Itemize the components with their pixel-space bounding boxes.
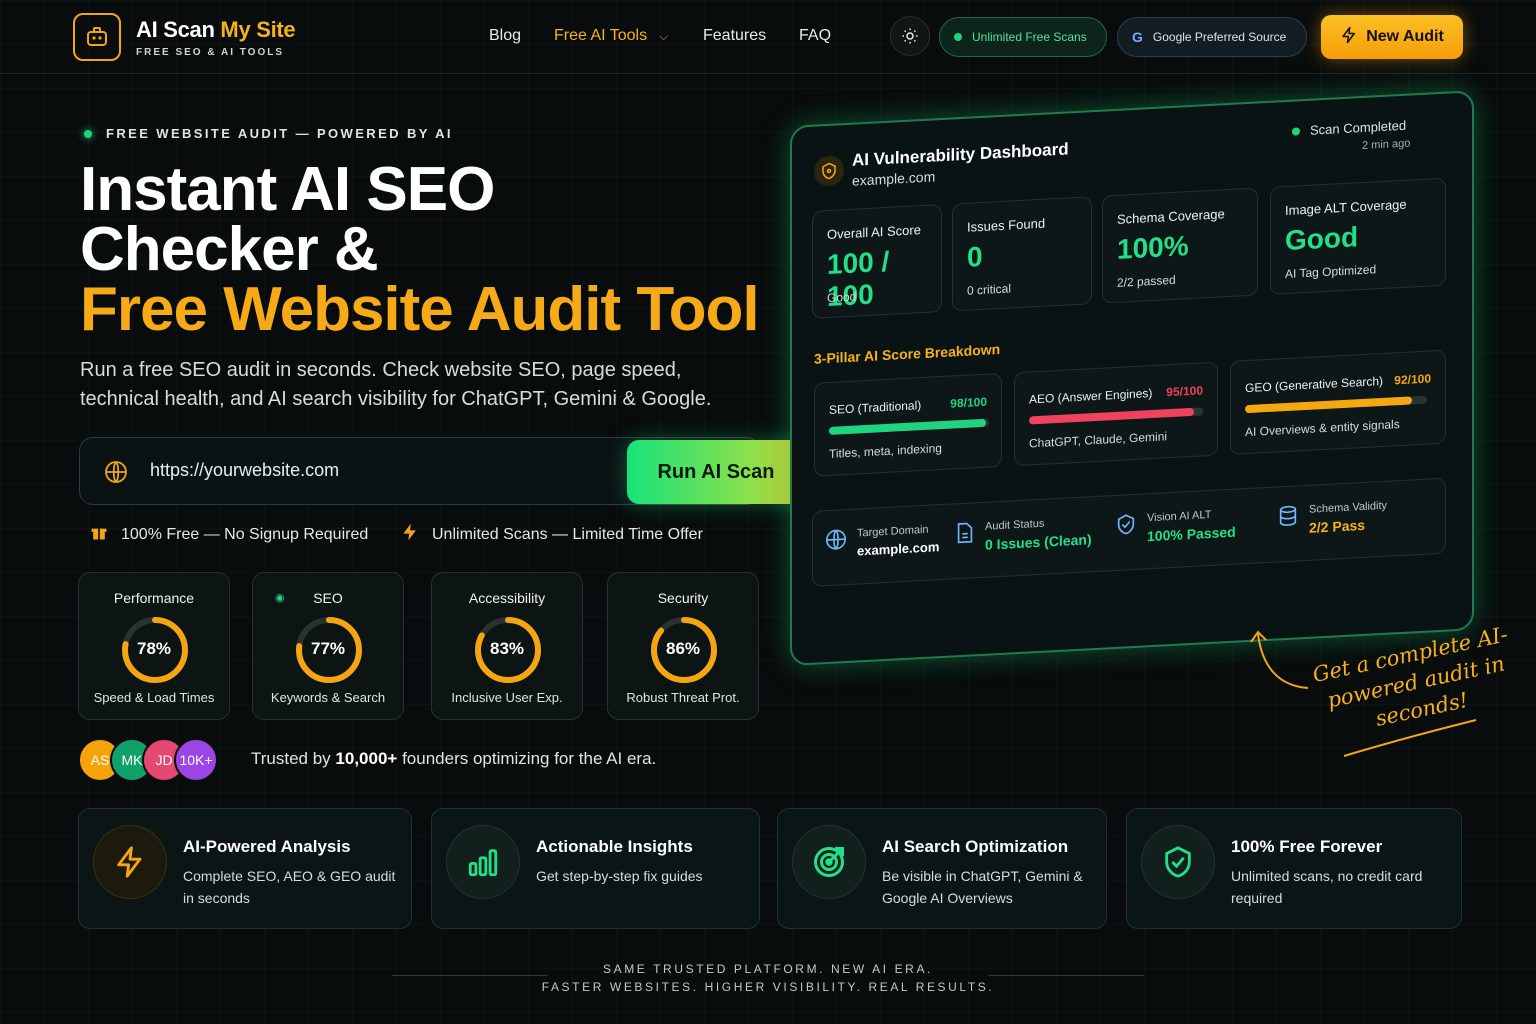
google-preferred-source-button[interactable]: G Google Preferred Source [1117,17,1307,57]
perk-free: 100% Free — No Signup Required [89,522,368,547]
brand-name[interactable]: AI Scan My Site [136,17,296,43]
google-small-icon: ◉ [275,592,285,604]
score-card-seo[interactable]: ◉ SEO 77% Keywords & Search [252,572,404,720]
dashboard-summary-bar: Target Domain example.com Audit Status 0 I… [812,477,1446,587]
nav-link-free-ai-tools[interactable]: Free AI Tools ⌵ [554,27,668,45]
feature-description: Get step-by-step fix guides [536,868,703,884]
score-card-performance[interactable]: Performance 78% Speed & Load Times [78,572,230,720]
feature-title: Actionable Insights [536,837,693,856]
feature-description: Complete SEO, AEO & GEO audit in seconds [183,868,396,906]
hero-title-line-1: Instant AI SEO [80,155,495,224]
feature-title: AI Search Optimization [882,837,1069,856]
stat-overall-ai-score: Overall AI Score 100 / 100 Good [812,204,942,319]
brand-tagline: FREE SEO & AI TOOLS [136,47,285,58]
shield-lock-icon [814,155,844,187]
feature-description: Be visible in ChatGPT, Gemini & Google A… [882,868,1083,906]
pillar-aeo: AEO (Answer Engines) 95/100 ChatGPT, Cla… [1014,361,1218,467]
annotation-underline [1343,719,1477,757]
lightning-icon [400,522,420,547]
pillar-geo: GEO (Generative Search) 92/100 AI Overvi… [1230,349,1446,455]
url-input[interactable] [150,460,530,481]
feature-title: AI-Powered Analysis [183,837,351,856]
feature-description: Unlimited scans, no credit card required [1231,868,1423,906]
dashboard-preview: AI Vulnerability Dashboard example.com S… [790,90,1474,666]
scan-time: 2 min ago [1362,137,1411,153]
lightning-icon [93,825,167,899]
gift-icon [89,522,109,547]
shield-check-icon [1141,825,1215,899]
nav-link-blog[interactable]: Blog [489,27,521,45]
robot-logo-icon[interactable] [73,13,121,61]
dashboard-title: AI Vulnerability Dashboard [852,139,1069,170]
bar-chart-icon [446,825,520,899]
live-dot-icon [84,129,92,138]
avatar: 10K+ [174,738,218,782]
url-search-bar: Run AI Scan [79,437,839,505]
lightning-icon [1340,26,1358,49]
score-card-accessibility[interactable]: Accessibility 83% Inclusive User Exp. [431,572,583,720]
avatar-group: AS MK JD 10K+ [78,738,218,782]
target-icon [792,825,866,899]
chevron-down-icon: ⌵ [659,31,668,43]
feature-card-ai-analysis[interactable]: AI-Powered Analysis Complete SEO, AEO & … [78,808,412,929]
stat-schema-coverage: Schema Coverage 100% 2/2 passed [1102,187,1258,304]
google-g-icon: G [1132,29,1143,45]
unlimited-scans-badge[interactable]: Unlimited Free Scans [939,17,1107,57]
hero-title-line-3: Free Website Audit Tool [80,275,760,344]
stat-issues-found: Issues Found 0 0 critical [952,196,1092,312]
stat-image-alt-coverage: Image ALT Coverage Good AI Tag Optimized [1270,177,1446,295]
dashboard-panel: AI Vulnerability Dashboard example.com S… [790,90,1474,666]
feature-title: 100% Free Forever [1231,837,1383,856]
score-title: Performance [113,590,195,606]
summary-schema-validity: Schema Validity 2/2 Pass [1277,500,1387,538]
tagline-line-2: FASTER WEBSITES. HIGHER VISIBILITY. REAL… [541,980,995,994]
document-icon [955,521,975,549]
scan-status: Scan Completed [1292,118,1406,139]
nav-link-faq[interactable]: FAQ [799,27,831,45]
nav-link-features[interactable]: Features [703,27,766,45]
score-subtitle: Inclusive User Exp. [451,690,563,705]
dashboard-domain: example.com [852,168,936,189]
summary-audit-status: Audit Status 0 Issues (Clean) [955,515,1092,554]
status-dot-icon [954,33,962,41]
summary-vision-ai-alt: Vision AI ALT 100% Passed [1115,508,1236,546]
score-card-security[interactable]: Security 86% Robust Threat Prot. [607,572,759,720]
theme-toggle-sun-icon[interactable] [890,16,930,56]
curved-arrow-icon [1250,630,1309,689]
globe-icon [104,460,128,489]
summary-target-domain: Target Domain example.com [825,523,939,560]
tagline-line-1: SAME TRUSTED PLATFORM. NEW AI ERA. [603,962,933,976]
globe-icon [825,528,847,556]
score-value: 86% [665,639,701,658]
score-subtitle: Keywords & Search [270,690,386,705]
score-value: 83% [489,639,525,658]
score-value: 77% [310,639,346,658]
hero-description: Run a free SEO audit in seconds. Check w… [80,359,712,410]
score-subtitle: Robust Threat Prot. [626,690,740,705]
database-icon [1277,504,1299,532]
perk-unlimited: Unlimited Scans — Limited Time Offer [400,522,703,547]
pillar-breakdown-heading: 3-Pillar AI Score Breakdown [814,340,1001,367]
pillar-seo: SEO (Traditional) 98/100 Titles, meta, i… [814,372,1002,477]
score-subtitle: Speed & Load Times [93,690,215,705]
top-nav: AI Scan My Site FREE SEO & AI TOOLS Blog… [0,0,1536,74]
score-value: 78% [136,639,172,658]
new-audit-button[interactable]: New Audit [1321,15,1463,59]
shield-check-icon [1115,513,1137,541]
trusted-by-text: Trusted by 10,000+ founders optimizing f… [251,749,657,768]
score-title: Security [657,590,709,606]
feature-card-actionable-insights[interactable]: Actionable Insights Get step-by-step fix… [431,808,760,929]
hero-title: Instant AI SEO Checker & Free Website Au… [80,155,760,344]
hero-title-line-2: Checker & [80,215,379,284]
score-title: Accessibility [468,590,546,606]
feature-card-ai-search-optimization[interactable]: AI Search Optimization Be visible in Cha… [777,808,1107,929]
hero-eyebrow: FREE WEBSITE AUDIT — POWERED BY AI [84,126,453,141]
feature-card-free-forever[interactable]: 100% Free Forever Unlimited scans, no cr… [1126,808,1462,929]
status-dot-icon [1292,126,1300,136]
